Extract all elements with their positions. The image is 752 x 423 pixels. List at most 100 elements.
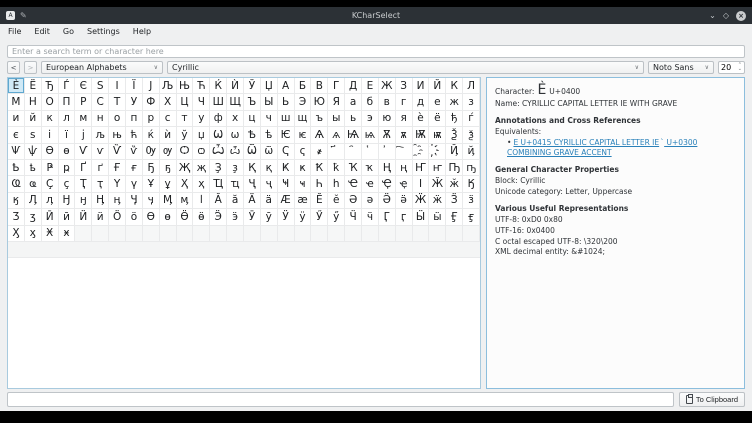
character-cell[interactable]: Һ bbox=[311, 176, 328, 192]
character-cell[interactable]: Ј bbox=[143, 78, 160, 94]
character-cell[interactable]: Ӌ bbox=[126, 193, 143, 209]
character-cell[interactable]: Ѳ bbox=[42, 144, 59, 160]
character-cell[interactable]: Я bbox=[328, 94, 345, 110]
character-cell[interactable]: ъ bbox=[311, 111, 328, 127]
character-cell[interactable]: Ӑ bbox=[210, 193, 227, 209]
character-cell[interactable]: Ҥ bbox=[413, 160, 430, 176]
character-cell[interactable]: Х bbox=[160, 94, 177, 110]
character-cell[interactable]: Ӄ bbox=[463, 176, 480, 192]
character-cell[interactable]: ч bbox=[261, 111, 278, 127]
character-cell[interactable]: Ӽ bbox=[8, 226, 25, 242]
character-cell[interactable]: ћ bbox=[126, 127, 143, 143]
character-cell[interactable]: ќ bbox=[143, 127, 160, 143]
character-cell[interactable]: Ѝ bbox=[227, 78, 244, 94]
character-cell[interactable]: В bbox=[311, 78, 328, 94]
character-cell[interactable]: Ҿ bbox=[379, 176, 396, 192]
character-cell[interactable]: Б bbox=[295, 78, 312, 94]
character-cell[interactable]: ц bbox=[244, 111, 261, 127]
character-cell[interactable]: ҭ bbox=[92, 176, 109, 192]
character-cell[interactable]: є bbox=[8, 127, 25, 143]
character-cell[interactable]: ө bbox=[160, 209, 177, 225]
character-cell[interactable]: җ bbox=[193, 160, 210, 176]
character-cell[interactable]: Ѵ bbox=[75, 144, 92, 160]
character-cell[interactable]: Ӆ bbox=[25, 193, 42, 209]
character-cell[interactable]: ӵ bbox=[362, 209, 379, 225]
character-cell[interactable]: ш bbox=[278, 111, 295, 127]
character-cell[interactable]: ң bbox=[396, 160, 413, 176]
character-cell[interactable]: Ӳ bbox=[311, 209, 328, 225]
character-cell[interactable]: ү bbox=[126, 176, 143, 192]
character-cell[interactable]: ј bbox=[75, 127, 92, 143]
character-cell[interactable]: Ӝ bbox=[413, 193, 430, 209]
character-cell[interactable]: П bbox=[59, 94, 76, 110]
character-cell[interactable]: ӕ bbox=[295, 193, 312, 209]
character-cell[interactable]: Ѡ bbox=[210, 127, 227, 143]
character-cell[interactable]: Ё bbox=[25, 78, 42, 94]
character-cell[interactable]: Ӿ bbox=[42, 226, 59, 242]
character-cell[interactable]: ы bbox=[328, 111, 345, 127]
character-cell[interactable]: Ъ bbox=[244, 94, 261, 110]
character-cell[interactable]: ѯ bbox=[463, 127, 480, 143]
character-cell[interactable]: ѩ bbox=[362, 127, 379, 143]
character-cell[interactable]: Ҁ bbox=[278, 144, 295, 160]
character-cell[interactable]: ҿ bbox=[396, 176, 413, 192]
character-cell[interactable]: Ҝ bbox=[278, 160, 295, 176]
character-cell[interactable]: ҈ bbox=[413, 144, 430, 160]
character-cell[interactable]: ѳ bbox=[59, 144, 76, 160]
character-cell[interactable]: и bbox=[8, 111, 25, 127]
character-cell[interactable]: Ў bbox=[244, 78, 261, 94]
character-cell[interactable]: ҫ bbox=[59, 176, 76, 192]
character-cell[interactable]: Т bbox=[109, 94, 126, 110]
character-cell[interactable]: Ш bbox=[210, 94, 227, 110]
block-select[interactable]: Cyrillic ∨ bbox=[167, 61, 644, 74]
character-cell[interactable]: ѭ bbox=[429, 127, 446, 143]
character-cell[interactable]: Ѻ bbox=[177, 144, 194, 160]
character-cell[interactable]: ҝ bbox=[295, 160, 312, 176]
character-cell[interactable]: ҟ bbox=[328, 160, 345, 176]
character-cell[interactable]: ѿ bbox=[261, 144, 278, 160]
to-clipboard-button[interactable]: To Clipboard bbox=[679, 392, 745, 407]
character-cell[interactable]: Щ bbox=[227, 94, 244, 110]
character-cell[interactable]: Җ bbox=[177, 160, 194, 176]
character-cell[interactable]: Ь bbox=[278, 94, 295, 110]
character-cell[interactable]: ѡ bbox=[227, 127, 244, 143]
character-cell[interactable]: ѐ bbox=[413, 111, 430, 127]
character-cell[interactable]: Ҵ bbox=[210, 176, 227, 192]
character-cell[interactable]: Ї bbox=[126, 78, 143, 94]
character-cell[interactable]: З bbox=[396, 78, 413, 94]
character-cell[interactable]: ю bbox=[379, 111, 396, 127]
character-cell[interactable]: ӫ bbox=[193, 209, 210, 225]
character-cell[interactable]: о bbox=[109, 111, 126, 127]
character-cell[interactable]: а bbox=[345, 94, 362, 110]
character-cell[interactable]: М bbox=[8, 94, 25, 110]
category-select[interactable]: European Alphabets ∨ bbox=[41, 61, 163, 74]
character-cell[interactable]: д bbox=[413, 94, 430, 110]
character-cell[interactable]: Ц bbox=[177, 94, 194, 110]
character-cell[interactable]: Г bbox=[328, 78, 345, 94]
character-cell[interactable]: Ҷ bbox=[244, 176, 261, 192]
character-cell[interactable]: Ѷ bbox=[109, 144, 126, 160]
character-cell[interactable]: Ф bbox=[143, 94, 160, 110]
font-size-stepper[interactable]: 20 ⌃⌄ bbox=[718, 61, 745, 74]
character-cell[interactable]: Ң bbox=[379, 160, 396, 176]
character-cell[interactable]: Қ bbox=[244, 160, 261, 176]
character-cell[interactable]: й bbox=[25, 111, 42, 127]
character-cell[interactable]: ҕ bbox=[160, 160, 177, 176]
character-cell[interactable]: Й bbox=[429, 78, 446, 94]
title-bar[interactable]: A ✎ KCharSelect ⌄ ◇ × bbox=[0, 7, 752, 24]
character-cell[interactable]: ҅ bbox=[362, 144, 379, 160]
character-cell[interactable]: Ғ bbox=[109, 160, 126, 176]
character-cell[interactable]: Ӎ bbox=[160, 193, 177, 209]
character-cell[interactable]: ѫ bbox=[396, 127, 413, 143]
character-cell[interactable]: Ҟ bbox=[311, 160, 328, 176]
character-cell[interactable]: ҍ bbox=[25, 160, 42, 176]
character-cell[interactable]: Ӻ bbox=[446, 209, 463, 225]
character-cell[interactable]: Ҭ bbox=[75, 176, 92, 192]
character-cell[interactable]: Ж bbox=[379, 78, 396, 94]
character-cell[interactable]: С bbox=[92, 94, 109, 110]
character-cell[interactable]: Ӓ bbox=[244, 193, 261, 209]
character-cell[interactable]: Р bbox=[75, 94, 92, 110]
character-cell[interactable]: Н bbox=[25, 94, 42, 110]
character-cell[interactable]: ѝ bbox=[160, 127, 177, 143]
menu-item-help[interactable]: Help bbox=[133, 27, 151, 36]
